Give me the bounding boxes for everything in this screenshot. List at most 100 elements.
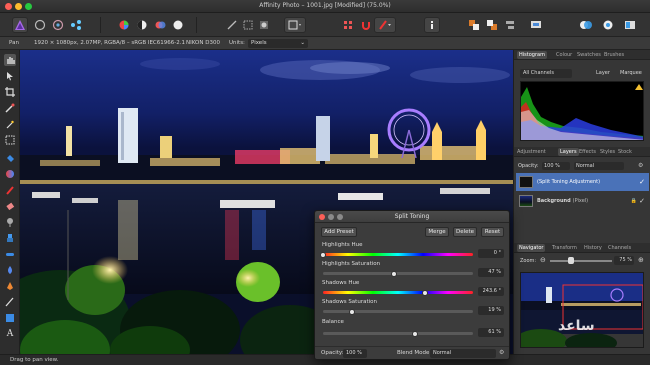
tab-channels[interactable]: Channels <box>608 245 631 251</box>
photo-persona-icon[interactable] <box>12 17 28 33</box>
gradient-tool-icon[interactable] <box>4 168 16 180</box>
layer-visible-checkbox[interactable]: ✓ <box>639 197 645 205</box>
selection-mode-icon[interactable] <box>240 17 256 33</box>
selection-brush-tool-icon[interactable] <box>4 102 16 114</box>
quick-mask-icon[interactable] <box>256 17 272 33</box>
grid-snapping-icon[interactable] <box>340 17 356 33</box>
layer-opacity-field[interactable]: 100 % <box>542 162 570 170</box>
dialog-close-button[interactable] <box>319 214 325 220</box>
delete-button[interactable]: Delete <box>453 227 477 237</box>
dodge-tool-icon[interactable] <box>4 216 16 228</box>
highlights-saturation-knob[interactable] <box>390 270 397 277</box>
personas-toggle-icon[interactable] <box>578 17 594 33</box>
color-wheel-icon[interactable] <box>116 17 132 33</box>
layer-row-split-toning[interactable]: (Split Toning Adjustment) ✓ <box>516 173 649 191</box>
color-balance-icon[interactable] <box>152 17 168 33</box>
layer-visible-checkbox[interactable]: ✓ <box>639 178 645 186</box>
tab-histogram[interactable]: Histogram <box>517 51 547 59</box>
rect-marquee-tool-icon[interactable] <box>4 134 16 146</box>
shadows-hue-track[interactable] <box>323 291 473 294</box>
shadows-hue-knob[interactable] <box>422 289 428 296</box>
merge-button[interactable]: Merge <box>425 227 449 237</box>
white-balance-icon[interactable] <box>170 17 186 33</box>
info-button[interactable] <box>424 17 440 33</box>
channels-select[interactable]: All Channels <box>520 69 572 78</box>
hand-tool-icon[interactable] <box>4 54 16 66</box>
view-mode-icon[interactable] <box>600 17 616 33</box>
contrast-icon[interactable] <box>134 17 150 33</box>
erase-brush-tool-icon[interactable] <box>4 200 16 212</box>
refine-selection-button[interactable] <box>284 17 306 33</box>
balance-value[interactable]: 61 % <box>478 328 504 337</box>
shadows-saturation-value[interactable]: 19 % <box>478 306 504 315</box>
reset-button[interactable]: Reset <box>481 227 504 237</box>
paint-brush-tool-icon[interactable] <box>4 184 16 196</box>
gear-icon[interactable]: ⚙ <box>499 349 504 356</box>
highlights-saturation-value[interactable]: 47 % <box>478 268 504 277</box>
tab-swatches[interactable]: Swatches <box>577 52 601 58</box>
assistant-icon[interactable] <box>528 17 544 33</box>
gear-icon[interactable]: ⚙ <box>638 162 643 169</box>
freehand-tool-icon[interactable] <box>4 296 16 308</box>
shadows-saturation-track[interactable] <box>323 310 473 313</box>
balance-knob[interactable] <box>411 330 418 337</box>
flood-fill-tool-icon[interactable] <box>4 152 16 164</box>
clone-tool-icon[interactable] <box>4 232 16 244</box>
tab-navigator[interactable]: Navigator <box>517 244 546 252</box>
dialog-minimize-button[interactable] <box>328 214 334 220</box>
tab-effects[interactable]: Effects <box>579 149 596 155</box>
align-icon[interactable] <box>502 17 518 33</box>
selection-brush-icon[interactable] <box>224 17 240 33</box>
blur-tool-icon[interactable] <box>4 264 16 276</box>
shadows-hue-value[interactable]: 243.6 ° <box>478 287 504 296</box>
lock-icon[interactable]: 🔒 <box>631 198 637 204</box>
pen-tool-icon[interactable] <box>4 280 16 292</box>
add-preset-button[interactable]: Add Preset <box>321 227 357 237</box>
layer-row-background[interactable]: Background (Pixel) 🔒 ✓ <box>516 192 649 210</box>
highlights-hue-value[interactable]: 0 ° <box>478 249 504 258</box>
tab-brushes[interactable]: Brushes <box>604 52 624 58</box>
highlights-saturation-track[interactable] <box>323 272 473 275</box>
export-persona-icon[interactable] <box>68 17 84 33</box>
layer-toggle[interactable]: Layer <box>596 70 610 76</box>
tab-colour[interactable]: Colour <box>556 52 572 58</box>
arrange-front-icon[interactable] <box>466 17 482 33</box>
snapping-options-button[interactable] <box>374 17 396 33</box>
studio-toggle-icon[interactable] <box>622 17 638 33</box>
zoom-out-icon[interactable]: ⊖ <box>540 256 546 264</box>
dialog-blend-select[interactable]: Normal <box>430 349 496 358</box>
shadows-saturation-knob[interactable] <box>348 308 355 315</box>
status-text: Drag to pan view. <box>10 357 59 363</box>
zoom-slider[interactable] <box>550 260 612 262</box>
blemish-tool-icon[interactable] <box>4 248 16 260</box>
layer-blend-select[interactable]: Normal <box>574 162 624 170</box>
tab-transform[interactable]: Transform <box>552 245 577 251</box>
dialog-opacity-field[interactable]: 100 % <box>343 349 367 358</box>
balance-track[interactable] <box>323 332 473 335</box>
zoom-field[interactable]: 75 % <box>614 256 634 265</box>
develop-persona-icon[interactable] <box>50 17 66 33</box>
dialog-zoom-button[interactable] <box>337 214 343 220</box>
move-tool-icon[interactable] <box>4 70 16 82</box>
zoom-slider-knob[interactable] <box>568 257 574 264</box>
highlights-hue-track[interactable] <box>323 253 473 256</box>
zoom-in-icon[interactable]: ⊕ <box>638 256 644 264</box>
tab-history[interactable]: History <box>584 245 602 251</box>
shape-tool-icon[interactable] <box>4 312 16 324</box>
navigator-preview[interactable] <box>520 272 644 348</box>
flood-select-tool-icon[interactable] <box>4 118 16 130</box>
marquee-toggle[interactable]: Marquee <box>620 70 642 76</box>
highlights-hue-knob[interactable] <box>320 251 326 258</box>
split-toning-dialog: Split Toning Add Preset Merge Delete Res… <box>314 210 510 360</box>
tab-stock[interactable]: Stock <box>618 149 632 155</box>
crop-tool-icon[interactable] <box>4 86 16 98</box>
dialog-opacity-value: 100 % <box>346 350 362 356</box>
arrange-back-icon[interactable] <box>484 17 500 33</box>
tab-layers[interactable]: Layers <box>558 148 579 156</box>
tab-adjustment[interactable]: Adjustment <box>517 149 546 155</box>
liquify-persona-icon[interactable] <box>32 17 48 33</box>
text-tool-icon[interactable]: A <box>4 328 16 340</box>
tab-styles[interactable]: Styles <box>600 149 615 155</box>
snapping-magnet-icon[interactable] <box>358 17 374 33</box>
units-select[interactable]: Pixels ⌄ <box>248 39 308 48</box>
